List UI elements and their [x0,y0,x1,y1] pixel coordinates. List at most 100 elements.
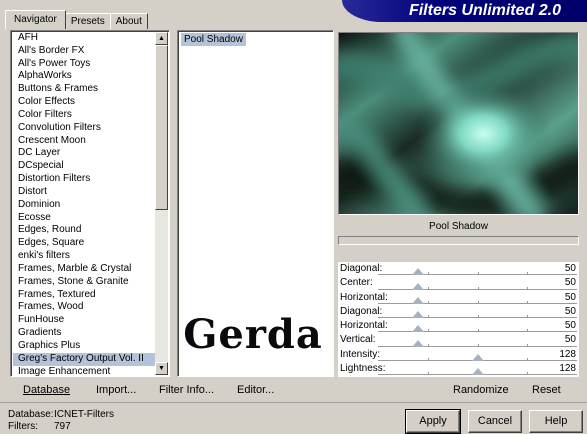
randomize-button[interactable]: Randomize [453,383,509,397]
tab-strip: Navigator Presets About [5,9,148,29]
slider-tick [477,300,479,304]
slider-label: Lightness: [340,363,386,375]
slider-value: 50 [564,263,576,274]
preview-label: Pool Shadow [429,221,488,232]
filter-preview [338,32,579,215]
category-item[interactable]: AFH [13,32,155,45]
slider-thumb[interactable] [411,268,424,276]
slider-tick [427,343,429,347]
slider-thumb[interactable] [471,354,484,362]
category-item[interactable]: Image Enhancement [13,366,155,379]
import-button[interactable]: Import... [96,383,136,397]
slider-thumb[interactable] [411,296,424,304]
slider-label: Center: [340,277,373,289]
app-title-banner: Filters Unlimited 2.0 [342,0,587,22]
slider-tick [527,343,529,347]
category-scrollbar[interactable]: ▲ ▼ [155,32,168,375]
progress-bar [338,236,579,245]
slider-tick [527,272,529,276]
cancel-button[interactable]: Cancel [468,410,522,433]
slider-value: 128 [559,363,576,375]
tab-navigator[interactable]: Navigator [5,10,66,29]
category-item[interactable]: Graphics Plus [13,340,155,353]
slider-tick [427,286,429,290]
category-item[interactable]: AlphaWorks [13,70,155,83]
category-item[interactable]: Gradients [13,327,155,340]
slider-value: 50 [564,334,576,346]
help-button[interactable]: Help [529,410,583,433]
author-logo: Gerda [183,311,323,358]
slider-value: 128 [559,348,576,360]
scrollbar-thumb[interactable] [155,45,168,210]
category-item[interactable]: Edges, Square [13,237,155,250]
slider-thumb[interactable] [411,325,424,333]
slider-thumb[interactable] [411,282,424,290]
editor-button[interactable]: Editor... [237,383,274,397]
category-item[interactable]: Dominion [13,199,155,212]
database-link-text: Database [23,384,71,396]
category-item[interactable]: FunHouse [13,314,155,327]
slider-tick [427,372,429,376]
category-item[interactable]: Color Effects [13,96,155,109]
filter-info-button[interactable]: Filter Info... [159,383,214,397]
category-item[interactable]: Ecosse [13,212,155,225]
slider-label: Diagonal: [340,305,383,317]
category-item[interactable]: DCspecial [13,160,155,173]
reset-button[interactable]: Reset [532,383,561,397]
tab-presets[interactable]: Presets [64,13,111,29]
slider-label: Horizontal: [340,291,388,303]
preview-image [339,33,578,214]
parameter-sliders: Diagonal: 50 Center: 50 Horizontal: 50 Diagona… [338,262,579,377]
slider-tick [427,300,429,304]
database-button[interactable]: Database [23,383,70,397]
slider-row: Diagonal: 50 [338,262,579,276]
slider-thumb[interactable] [411,339,424,347]
slider-row: Lightness: 128 [338,362,579,376]
category-item[interactable]: enki's filters [13,250,155,263]
slider-label: Vertical: [340,334,376,346]
slider-tick [527,315,529,319]
category-item[interactable]: Distort [13,186,155,199]
slider-thumb[interactable] [471,368,484,376]
category-item[interactable]: Edges, Round [13,224,155,237]
category-item[interactable]: Frames, Marble & Crystal [13,263,155,276]
slider-tick [477,329,479,333]
category-item[interactable]: Distortion Filters [13,173,155,186]
category-item[interactable]: Convolution Filters [13,122,155,135]
status-filters-value: 797 [54,421,71,432]
status-filters-label: Filters: [8,421,38,432]
category-item[interactable]: Buttons & Frames [13,83,155,96]
status-database: Database:ICNET-Filters [8,409,114,421]
slider-tick [527,329,529,333]
arrow-down-icon[interactable]: ▼ [155,362,168,375]
slider-value: 50 [564,291,576,303]
slider-value: 50 [564,305,576,317]
category-item[interactable]: All's Power Toys [13,58,155,71]
slider-tick [527,372,529,376]
status-database-label: Database: [8,409,54,420]
slider-tick [427,272,429,276]
category-list[interactable]: AFH All's Border FX All's Power Toys AlphaW… [10,30,170,377]
apply-button[interactable]: Apply [405,409,461,434]
slider-label: Intensity: [340,348,381,360]
slider-row: Intensity: 128 [338,348,579,362]
slider-tick [477,315,479,319]
category-item[interactable]: Greg's Factory Output Vol. II [13,352,155,366]
slider-tick [427,329,429,333]
arrow-up-icon[interactable]: ▲ [155,32,168,45]
tab-about[interactable]: About [109,13,148,29]
category-item[interactable]: Crescent Moon [13,135,155,148]
category-item[interactable]: Frames, Stone & Granite [13,276,155,289]
slider-value: 50 [564,277,576,289]
slider-thumb[interactable] [411,311,424,319]
category-item[interactable]: Color Filters [13,109,155,122]
status-database-value: ICNET-Filters [54,409,114,420]
category-item[interactable]: All's Border FX [13,45,155,58]
category-item[interactable]: Frames, Wood [13,301,155,314]
category-item[interactable]: Frames, Textured [13,289,155,302]
category-item[interactable]: DC Layer [13,147,155,160]
filter-list[interactable]: Pool Shadow Gerda [177,30,334,377]
slider-row: Vertical: 50 [338,333,579,347]
filter-item-selected[interactable]: Pool Shadow [181,33,246,46]
slider-label: Horizontal: [340,320,388,332]
